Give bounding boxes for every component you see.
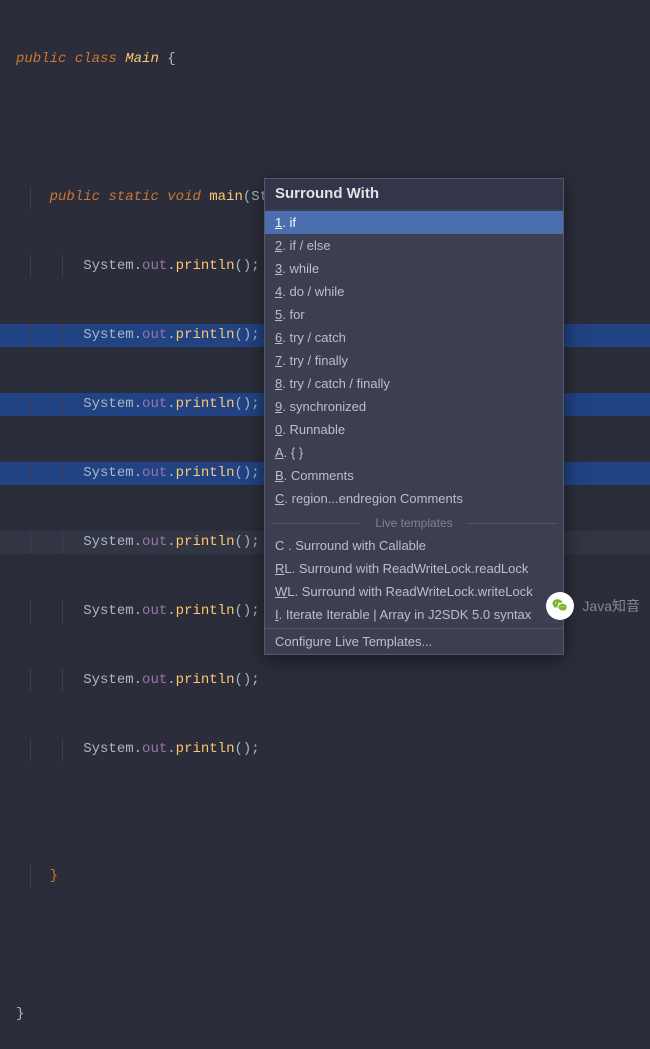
watermark: Java知音 [546,592,640,620]
popup-item[interactable]: C. region...endregion Comments [265,487,563,510]
popup-item[interactable]: 6. try / catch [265,326,563,349]
popup-item[interactable]: RL. Surround with ReadWriteLock.readLock [265,557,563,580]
popup-item[interactable]: 3. while [265,257,563,280]
popup-item[interactable]: 1. if [265,211,563,234]
popup-item[interactable]: 0. Runnable [265,418,563,441]
popup-item[interactable]: B. Comments [265,464,563,487]
popup-item[interactable]: 8. try / catch / finally [265,372,563,395]
code-line[interactable]: System.out.println(); [0,669,650,692]
code-line[interactable]: System.out.println(); [0,738,650,761]
popup-item[interactable]: C . Surround with Callable [265,534,563,557]
popup-title: Surround With [265,179,563,209]
popup-item[interactable]: 9. synchronized [265,395,563,418]
popup-item[interactable]: I. Iterate Iterable | Array in J2SDK 5.0… [265,603,563,626]
popup-item[interactable]: 5. for [265,303,563,326]
configure-live-templates[interactable]: Configure Live Templates... [265,628,563,654]
popup-separator: Live templates [265,516,563,530]
popup-item[interactable]: WL. Surround with ReadWriteLock.writeLoc… [265,580,563,603]
wechat-icon [546,592,574,620]
popup-item[interactable]: 4. do / while [265,280,563,303]
popup-item[interactable]: 2. if / else [265,234,563,257]
popup-items: 1. if2. if / else3. while4. do / while5.… [265,209,563,512]
surround-with-popup: Surround With 1. if2. if / else3. while4… [264,178,564,655]
watermark-text: Java知音 [582,596,640,616]
popup-item[interactable]: 7. try / finally [265,349,563,372]
popup-live-templates: C . Surround with CallableRL. Surround w… [265,532,563,628]
popup-item[interactable]: A. { } [265,441,563,464]
